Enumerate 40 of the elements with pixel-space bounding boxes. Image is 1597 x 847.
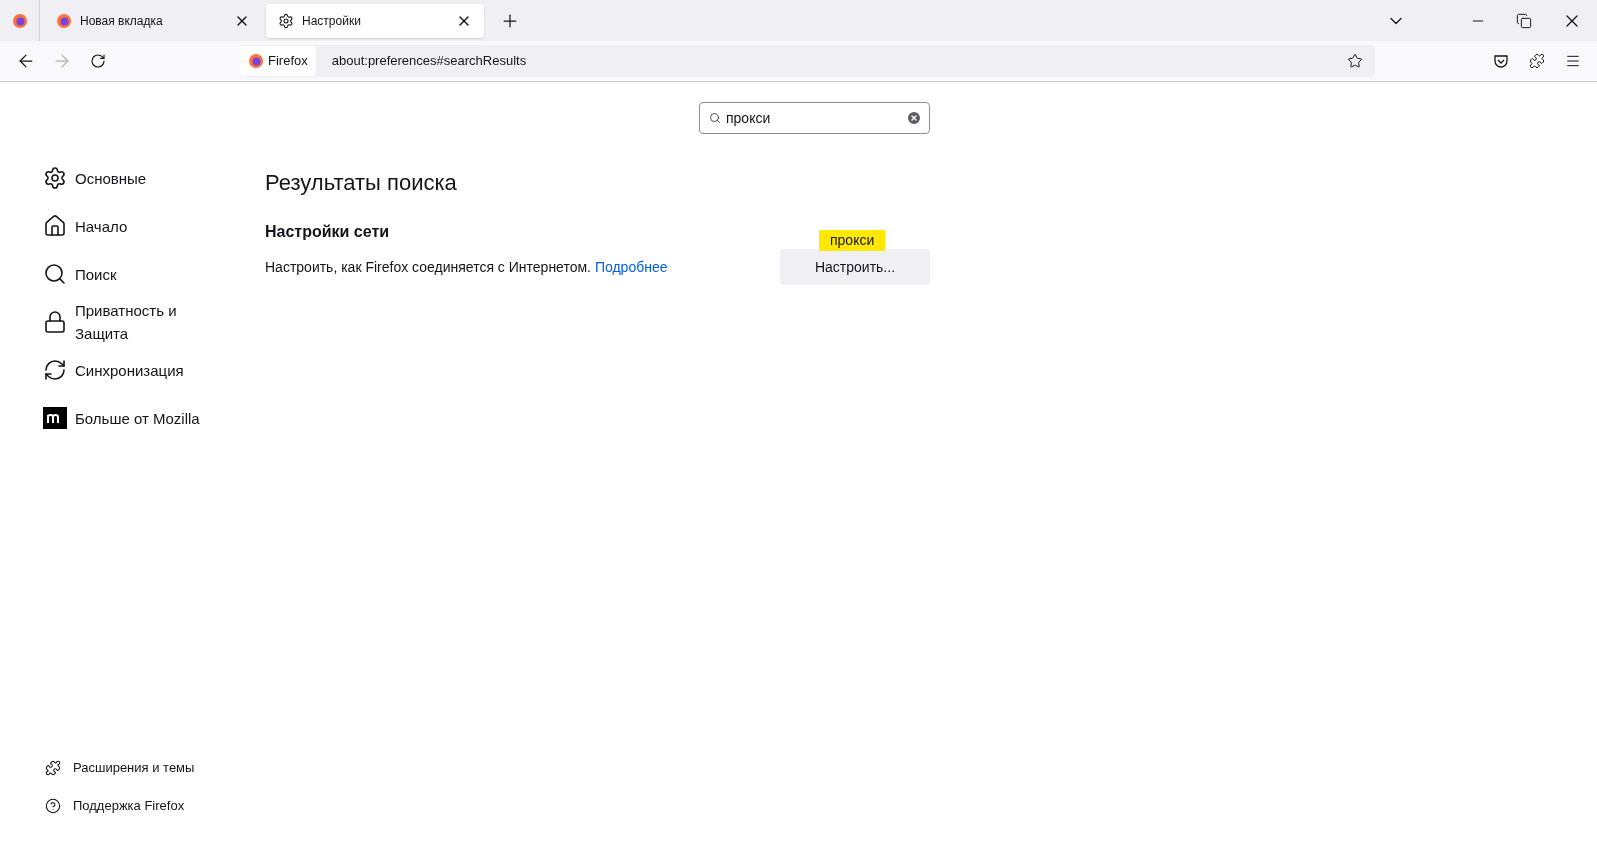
mozilla-icon <box>43 406 67 430</box>
footer-link[interactable]: Расширения и темы <box>73 758 195 778</box>
pocket-icon[interactable] <box>1493 53 1509 69</box>
category-item[interactable]: Начало <box>75 214 225 238</box>
search-field[interactable]: прокси <box>699 102 930 134</box>
category-item[interactable]: Поиск <box>75 262 225 286</box>
menu-icon[interactable] <box>1565 53 1581 69</box>
settings-icon <box>278 12 294 29</box>
puzzle-icon <box>45 760 61 776</box>
home-icon <box>43 214 67 238</box>
section-description: Настроить, как Firefox соединяется с Интернетом. Подробнее <box>265 257 668 277</box>
category-item[interactable]: Основные <box>75 166 225 190</box>
help-icon <box>45 798 61 814</box>
settings-button[interactable]: Настроить... <box>780 249 930 285</box>
learn-more-link[interactable]: Подробнее <box>594 258 668 275</box>
star-icon[interactable] <box>1347 53 1363 69</box>
puzzle-icon[interactable] <box>1529 53 1545 69</box>
page-title: Результаты поиска <box>265 169 458 197</box>
footer-link[interactable]: Поддержка Firefox <box>73 796 185 816</box>
search-icon <box>709 112 721 124</box>
category-item[interactable]: Приватность и Защита <box>75 299 225 345</box>
address-bar[interactable]: Firefox about:preferences#searchResults <box>240 45 1375 77</box>
restore-icon[interactable] <box>1516 12 1532 29</box>
category-item[interactable]: Больше от Mozilla <box>75 406 225 430</box>
identity-label[interactable]: Firefox <box>240 46 316 76</box>
clear-icon[interactable] <box>906 110 922 126</box>
search-icon <box>43 262 67 286</box>
category-item[interactable]: Синхронизация <box>75 358 225 382</box>
sync-icon <box>43 358 67 382</box>
browser-logo-icon <box>11 12 28 29</box>
search-highlight-tooltip: прокси <box>819 230 886 251</box>
reload-icon[interactable] <box>90 53 106 69</box>
settings-icon <box>43 166 67 190</box>
browser-tab[interactable]: Настройки <box>266 3 484 38</box>
url-text: about:preferences#searchResults <box>331 52 527 71</box>
browser-logo-icon <box>56 12 72 29</box>
section-title: Настройки сети <box>265 222 390 242</box>
lock-icon <box>43 310 67 334</box>
browser-tab[interactable]: Новая вкладка <box>44 3 262 38</box>
browser-logo-icon <box>248 53 264 69</box>
